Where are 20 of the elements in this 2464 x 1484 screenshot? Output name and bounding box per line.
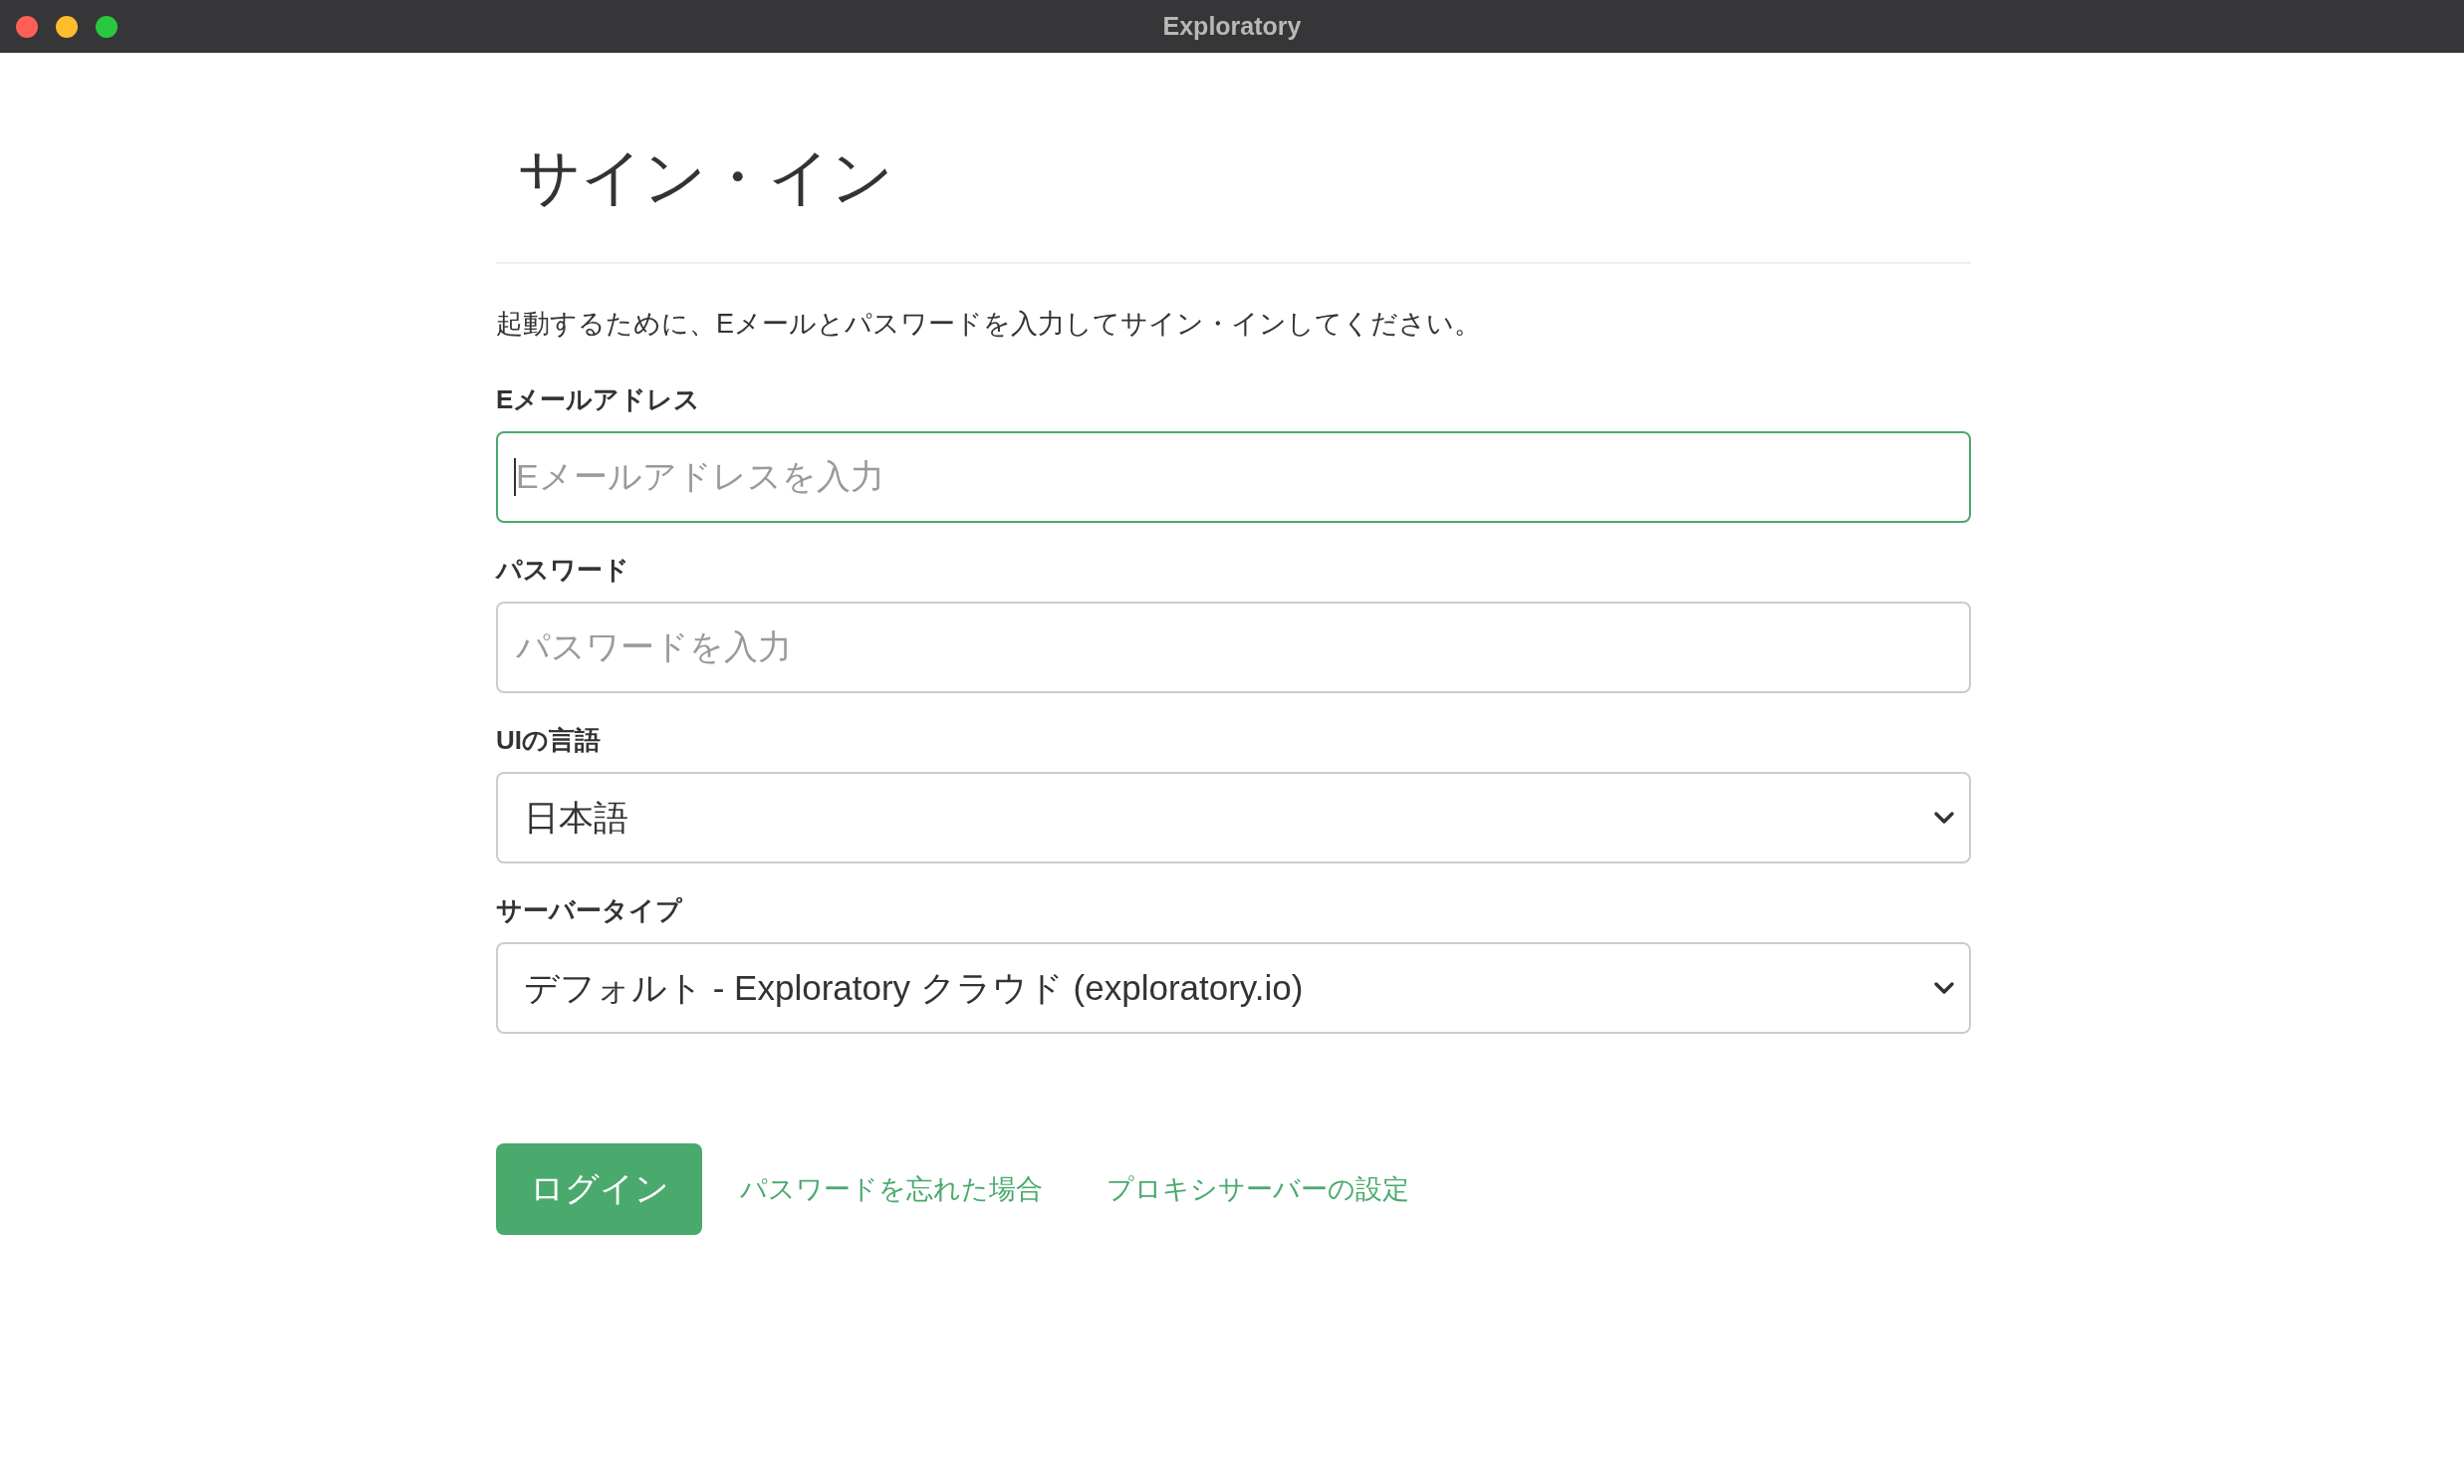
login-button[interactable]: ログイン	[496, 1142, 702, 1235]
window-title: Exploratory	[1162, 10, 1302, 42]
text-link[interactable]: パスワードを忘れた場合	[740, 1168, 1043, 1210]
instruction-text: 起動するために、Eメールとパスワードを入力してサイン・インしてください。	[496, 308, 1482, 342]
dropdown-select[interactable]: 日本語	[496, 771, 1971, 864]
field-label: Eメールアドレス	[496, 382, 702, 416]
field-label: サーバータイプ	[496, 893, 683, 927]
chevron-down-icon	[1933, 810, 1955, 825]
page-heading: サイン・イン	[518, 141, 894, 213]
dropdown-select[interactable]: デフォルト - Exploratory クラウド (exploratory.io)	[496, 941, 1971, 1034]
text-input-field[interactable]: Eメールアドレスを入力	[496, 430, 1971, 523]
close-window-button[interactable]	[16, 15, 38, 38]
chevron-down-icon	[1933, 980, 1955, 995]
field-label: パスワード	[496, 553, 630, 587]
zoom-window-button[interactable]	[96, 15, 118, 38]
text-link[interactable]: プロキシサーバーの設定	[1107, 1168, 1409, 1210]
text-cursor	[514, 457, 516, 496]
minimize-window-button[interactable]	[56, 15, 78, 38]
text-input-field[interactable]: パスワードを入力	[496, 601, 1971, 693]
field-label: UIの言語	[496, 723, 602, 757]
